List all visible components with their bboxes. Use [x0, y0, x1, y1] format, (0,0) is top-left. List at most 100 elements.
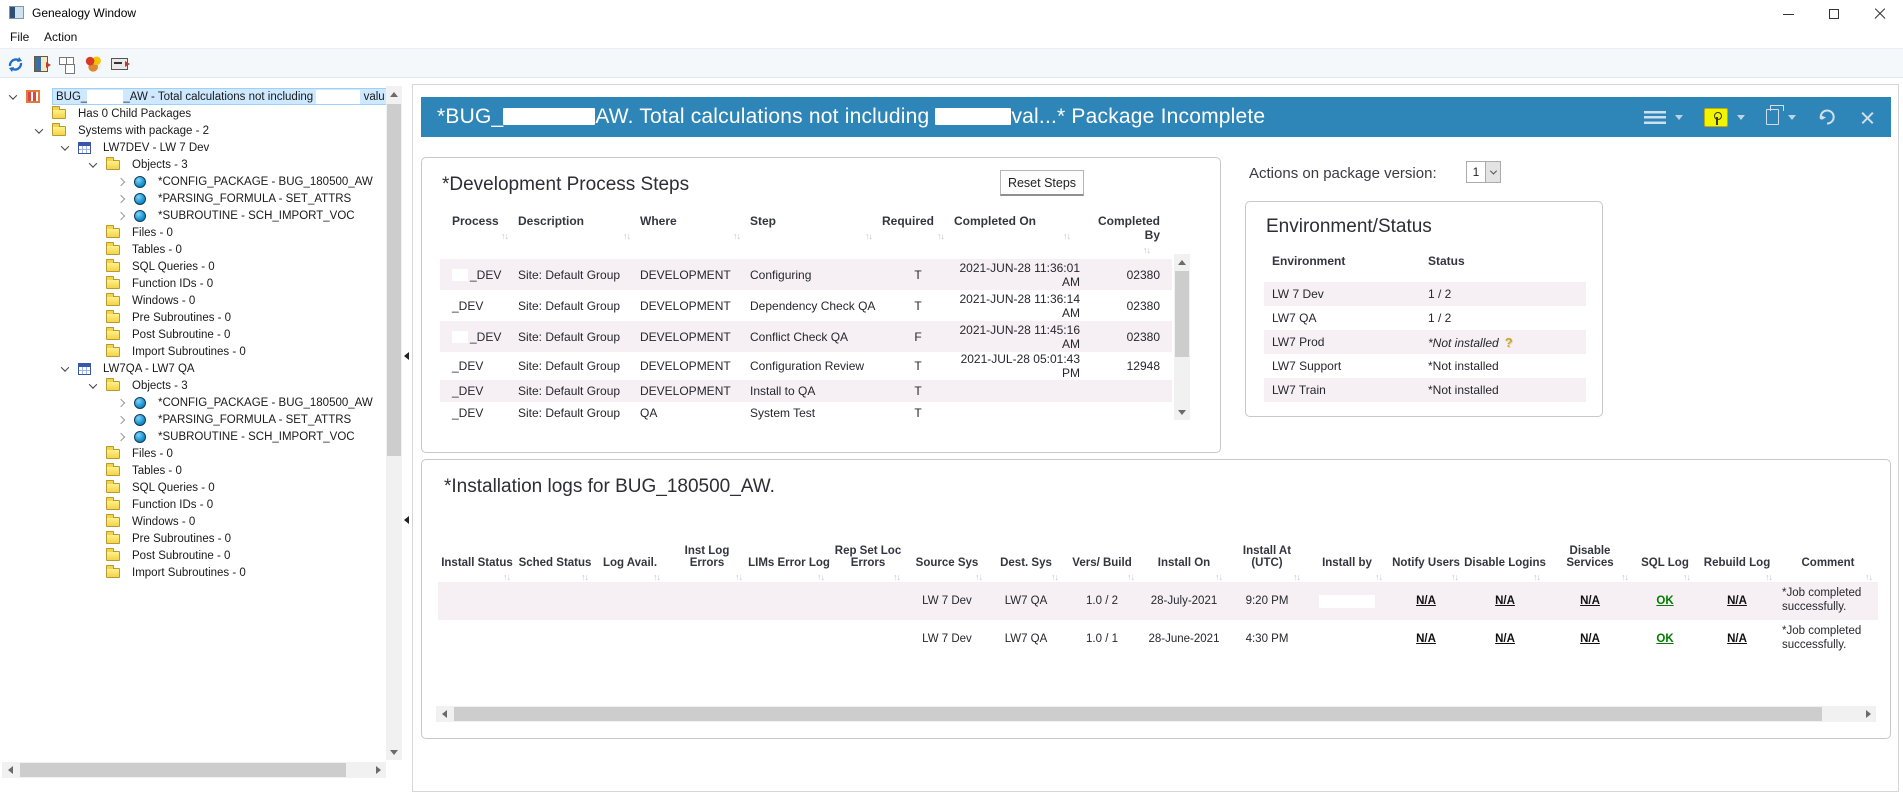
- select-action-icon[interactable]: [1704, 107, 1728, 127]
- na-link[interactable]: N/A: [1580, 633, 1600, 645]
- column-header-sql-log[interactable]: SQL Log ↑↓: [1634, 557, 1696, 582]
- table-row[interactable]: _DEV Site: Default Group DEVELOPMENT Ins…: [440, 380, 1172, 402]
- table-row[interactable]: _DEV Site: Default Group DEVELOPMENT Con…: [440, 259, 1172, 290]
- maximize-button[interactable]: [1811, 0, 1857, 28]
- scroll-left-button[interactable]: [2, 762, 18, 778]
- na-link[interactable]: N/A: [1495, 595, 1515, 607]
- tree-item[interactable]: Windows - 0: [2, 292, 385, 309]
- tree-item-object[interactable]: *CONFIG_PACKAGE - BUG_180500_AW: [2, 173, 385, 190]
- column-header-rebuild-log[interactable]: Rebuild Log ↑↓: [1696, 557, 1778, 582]
- tree-item[interactable]: Windows - 0: [2, 513, 385, 530]
- panel-splitter[interactable]: [402, 82, 411, 794]
- tree-expander[interactable]: [32, 124, 46, 134]
- tree-root-package[interactable]: BUG_ _AW - Total calculations not includi…: [2, 88, 389, 105]
- column-header-description[interactable]: Description ↑↓: [518, 214, 640, 241]
- scroll-down-button[interactable]: [386, 744, 402, 760]
- na-link[interactable]: N/A: [1727, 633, 1747, 645]
- column-header-dest-sys[interactable]: Dest. Sys ↑↓: [988, 557, 1064, 582]
- tree-item-system[interactable]: LW7DEV - LW 7 Dev: [2, 139, 385, 156]
- bookmark-icon[interactable]: [1766, 105, 1784, 125]
- close-button[interactable]: [1857, 0, 1903, 28]
- na-link[interactable]: N/A: [1727, 595, 1747, 607]
- table-row[interactable]: _DEV Site: Default Group DEVELOPMENT Dep…: [440, 290, 1172, 321]
- scroll-right-button[interactable]: [370, 762, 386, 778]
- tree-item[interactable]: Pre Subroutines - 0: [2, 530, 385, 547]
- column-header-source-sys[interactable]: Source Sys ↑↓: [906, 557, 988, 582]
- tree-item[interactable]: Pre Subroutines - 0: [2, 309, 385, 326]
- export-button[interactable]: [108, 53, 130, 75]
- scroll-up-button[interactable]: [1174, 254, 1190, 270]
- tree-horizontal-scrollbar[interactable]: [2, 762, 386, 778]
- tree-item-object[interactable]: *PARSING_FORMULA - SET_ATTRS: [2, 190, 385, 207]
- tree-expander[interactable]: [86, 379, 100, 389]
- scrollbar-thumb[interactable]: [387, 104, 401, 456]
- column-header-vers-build[interactable]: Vers/ Build ↑↓: [1064, 557, 1140, 582]
- tree-expander[interactable]: [114, 432, 128, 441]
- column-header-install-on[interactable]: Install On ↑↓: [1140, 557, 1228, 582]
- menu-icon[interactable]: [1644, 110, 1666, 124]
- tree-item[interactable]: Tables - 0: [2, 462, 385, 479]
- column-header-install-by[interactable]: Install by ↑↓: [1306, 557, 1388, 582]
- tree-item[interactable]: Files - 0: [2, 445, 385, 462]
- refresh-button[interactable]: [4, 53, 26, 75]
- tree-item[interactable]: Import Subroutines - 0: [2, 343, 385, 360]
- chevron-down-icon[interactable]: [1737, 114, 1745, 120]
- tree-item[interactable]: SQL Queries - 0: [2, 479, 385, 496]
- tree-item[interactable]: Post Subroutine - 0: [2, 326, 385, 343]
- menu-action[interactable]: Action: [44, 30, 77, 44]
- tree-item-object[interactable]: *CONFIG_PACKAGE - BUG_180500_AW: [2, 394, 385, 411]
- package-version-select[interactable]: 1: [1466, 161, 1501, 183]
- refresh-icon[interactable]: [1817, 107, 1837, 127]
- scrollbar-thumb[interactable]: [454, 707, 1822, 721]
- tree-expander[interactable]: [114, 415, 128, 424]
- expand-tree-button[interactable]: [56, 53, 78, 75]
- column-header-status[interactable]: Status: [1428, 254, 1594, 268]
- table-row[interactable]: _DEV Site: Default Group QA System Test …: [440, 402, 1172, 424]
- close-icon[interactable]: [1860, 110, 1875, 125]
- tree-item-system[interactable]: LW7QA - LW7 QA: [2, 360, 385, 377]
- help-icon[interactable]: ?: [1505, 335, 1513, 350]
- column-header-disable-logins[interactable]: Disable Logins ↑↓: [1464, 557, 1546, 582]
- minimize-button[interactable]: [1765, 0, 1811, 28]
- tree-item[interactable]: Function IDs - 0: [2, 275, 385, 292]
- scroll-left-button[interactable]: [436, 706, 452, 722]
- tree-expander[interactable]: [114, 398, 128, 407]
- tree-item[interactable]: Has 0 Child Packages: [2, 105, 385, 122]
- tree-expander[interactable]: [114, 177, 128, 186]
- ok-link[interactable]: OK: [1656, 595, 1673, 607]
- na-link[interactable]: N/A: [1580, 595, 1600, 607]
- ok-link[interactable]: OK: [1656, 633, 1673, 645]
- column-header-step[interactable]: Step ↑↓: [750, 214, 882, 241]
- column-header-notify-users[interactable]: Notify Users ↑↓: [1388, 557, 1464, 582]
- na-link[interactable]: N/A: [1416, 595, 1436, 607]
- table-row[interactable]: _DEV Site: Default Group DEVELOPMENT Con…: [440, 352, 1172, 380]
- tree-expander[interactable]: [6, 90, 20, 100]
- na-link[interactable]: N/A: [1416, 633, 1436, 645]
- column-header-install-at-utc[interactable]: Install At (UTC) ↑↓: [1228, 545, 1306, 582]
- scroll-up-button[interactable]: [386, 86, 402, 102]
- tree-item[interactable]: Function IDs - 0: [2, 496, 385, 513]
- tree-expander[interactable]: [114, 211, 128, 220]
- column-header-environment[interactable]: Environment: [1272, 254, 1428, 268]
- table-row[interactable]: _DEV Site: Default Group DEVELOPMENT Con…: [440, 321, 1172, 352]
- tree-item-object[interactable]: *PARSING_FORMULA - SET_ATTRS: [2, 411, 385, 428]
- tree-expander[interactable]: [114, 194, 128, 203]
- column-header-log-avail[interactable]: Log Avail. ↑↓: [594, 557, 666, 582]
- column-header-rep-set-loc-errors[interactable]: Rep Set Loc Errors ↑↓: [830, 545, 906, 582]
- tree-item[interactable]: Tables - 0: [2, 241, 385, 258]
- scroll-down-button[interactable]: [1174, 404, 1190, 420]
- tree-item[interactable]: SQL Queries - 0: [2, 258, 385, 275]
- column-header-comment[interactable]: Comment ↑↓: [1778, 557, 1878, 582]
- tree-expander[interactable]: [58, 362, 72, 372]
- na-link[interactable]: N/A: [1495, 633, 1515, 645]
- install-table-horizontal-scrollbar[interactable]: [436, 706, 1876, 722]
- genealogy-button[interactable]: [82, 53, 104, 75]
- tree-item-object[interactable]: *SUBROUTINE - SCH_IMPORT_VOC: [2, 428, 385, 445]
- tree-item[interactable]: Systems with package - 2: [2, 122, 385, 139]
- tree-item-object[interactable]: *SUBROUTINE - SCH_IMPORT_VOC: [2, 207, 385, 224]
- column-header-lims-error-log[interactable]: LIMs Error Log ↑↓: [748, 557, 830, 582]
- column-header-where[interactable]: Where ↑↓: [640, 214, 750, 241]
- column-header-install-status[interactable]: Install Status ↑↓: [438, 557, 516, 582]
- chevron-down-icon[interactable]: [1675, 114, 1683, 120]
- tree-item[interactable]: Post Subroutine - 0: [2, 547, 385, 564]
